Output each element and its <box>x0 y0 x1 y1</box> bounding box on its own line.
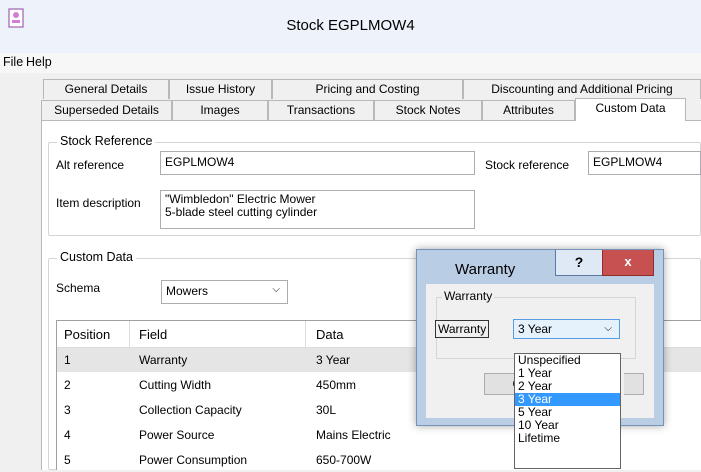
cell-field: Collection Capacity <box>139 403 242 417</box>
close-button[interactable]: x <box>602 250 654 276</box>
stock-reference-label: Stock reference <box>485 158 570 172</box>
tab-attributes[interactable]: Attributes <box>482 100 575 120</box>
item-description-line-2: 5-blade steel cutting cylinder <box>165 205 318 219</box>
cell-field: Power Source <box>139 428 215 442</box>
cell-field: Cutting Width <box>139 378 212 392</box>
alt-reference-label: Alt reference <box>56 158 125 172</box>
tab-superseded-details[interactable]: Superseded Details <box>41 100 172 120</box>
cell-data: 3 Year <box>316 353 351 367</box>
tab-images[interactable]: Images <box>172 100 268 120</box>
tab-transactions[interactable]: Transactions <box>268 100 374 120</box>
chevron-down-icon: ⌵ <box>272 284 280 295</box>
menu-bar: File Help <box>0 53 701 73</box>
item-description-field[interactable]: "Wimbledon" Electric Mower 5-blade steel… <box>160 190 475 229</box>
cell-data: 650-700W <box>316 453 372 467</box>
window-title: Stock EGPLMOW4 <box>286 17 415 34</box>
alt-reference-field[interactable]: EGPLMOW4 <box>160 151 475 175</box>
tab-issue-history[interactable]: Issue History <box>169 79 272 99</box>
cell-position: 4 <box>64 428 71 442</box>
cell-data: Mains Electric <box>316 428 391 442</box>
item-description-label: Item description <box>56 196 141 210</box>
option-lifetime[interactable]: Lifetime <box>515 432 620 445</box>
schema-value: Mowers <box>166 284 209 298</box>
column-field[interactable]: Field <box>139 327 167 342</box>
warranty-group-legend: Warranty <box>442 289 495 303</box>
column-divider[interactable] <box>305 321 306 348</box>
column-data[interactable]: Data <box>316 327 343 342</box>
cell-field: Power Consumption <box>139 453 248 467</box>
menu-help[interactable]: Help <box>26 55 52 69</box>
stock-reference-field[interactable]: EGPLMOW4 <box>588 151 701 175</box>
schema-select[interactable]: Mowers ⌵ <box>161 280 288 304</box>
custom-data-legend: Custom Data <box>57 250 136 264</box>
warranty-select[interactable]: 3 Year ⌵ <box>513 319 620 339</box>
column-position[interactable]: Position <box>64 327 110 342</box>
cell-position: 2 <box>64 378 71 392</box>
cancel-button[interactable] <box>624 373 644 395</box>
cell-field: Warranty <box>139 353 188 367</box>
warranty-dropdown-list: Unspecified 1 Year 2 Year 3 Year 5 Year … <box>514 353 621 469</box>
help-button[interactable]: ? <box>555 250 603 276</box>
cell-data: 30L <box>316 403 337 417</box>
title-bar: Stock EGPLMOW4 <box>0 0 701 53</box>
tab-general-details[interactable]: General Details <box>43 79 169 99</box>
dialog-title: Warranty <box>455 261 516 278</box>
cell-position: 1 <box>64 353 71 367</box>
tab-stock-notes[interactable]: Stock Notes <box>374 100 482 120</box>
schema-label: Schema <box>56 281 101 295</box>
cell-position: 5 <box>64 453 71 467</box>
tab-discounting[interactable]: Discounting and Additional Pricing <box>463 79 701 99</box>
column-divider[interactable] <box>129 321 130 348</box>
tab-pricing-and-costing[interactable]: Pricing and Costing <box>272 79 463 99</box>
warranty-select-value: 3 Year <box>518 322 553 336</box>
chevron-down-icon: ⌵ <box>604 323 612 334</box>
menu-file[interactable]: File <box>3 55 23 69</box>
tab-custom-data[interactable]: Custom Data <box>575 98 686 121</box>
cell-data: 450mm <box>316 378 357 392</box>
warranty-field-label: Warranty <box>435 320 490 338</box>
cell-position: 3 <box>64 403 71 417</box>
stock-reference-legend: Stock Reference <box>57 134 156 148</box>
